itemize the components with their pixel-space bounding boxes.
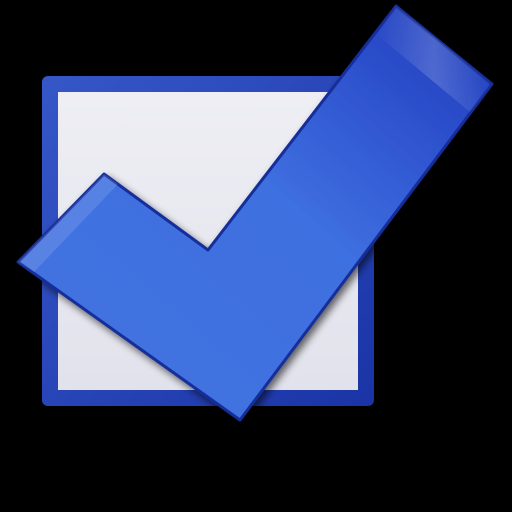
icon-canvas bbox=[0, 0, 512, 512]
checked-checkbox-icon[interactable] bbox=[0, 0, 512, 512]
